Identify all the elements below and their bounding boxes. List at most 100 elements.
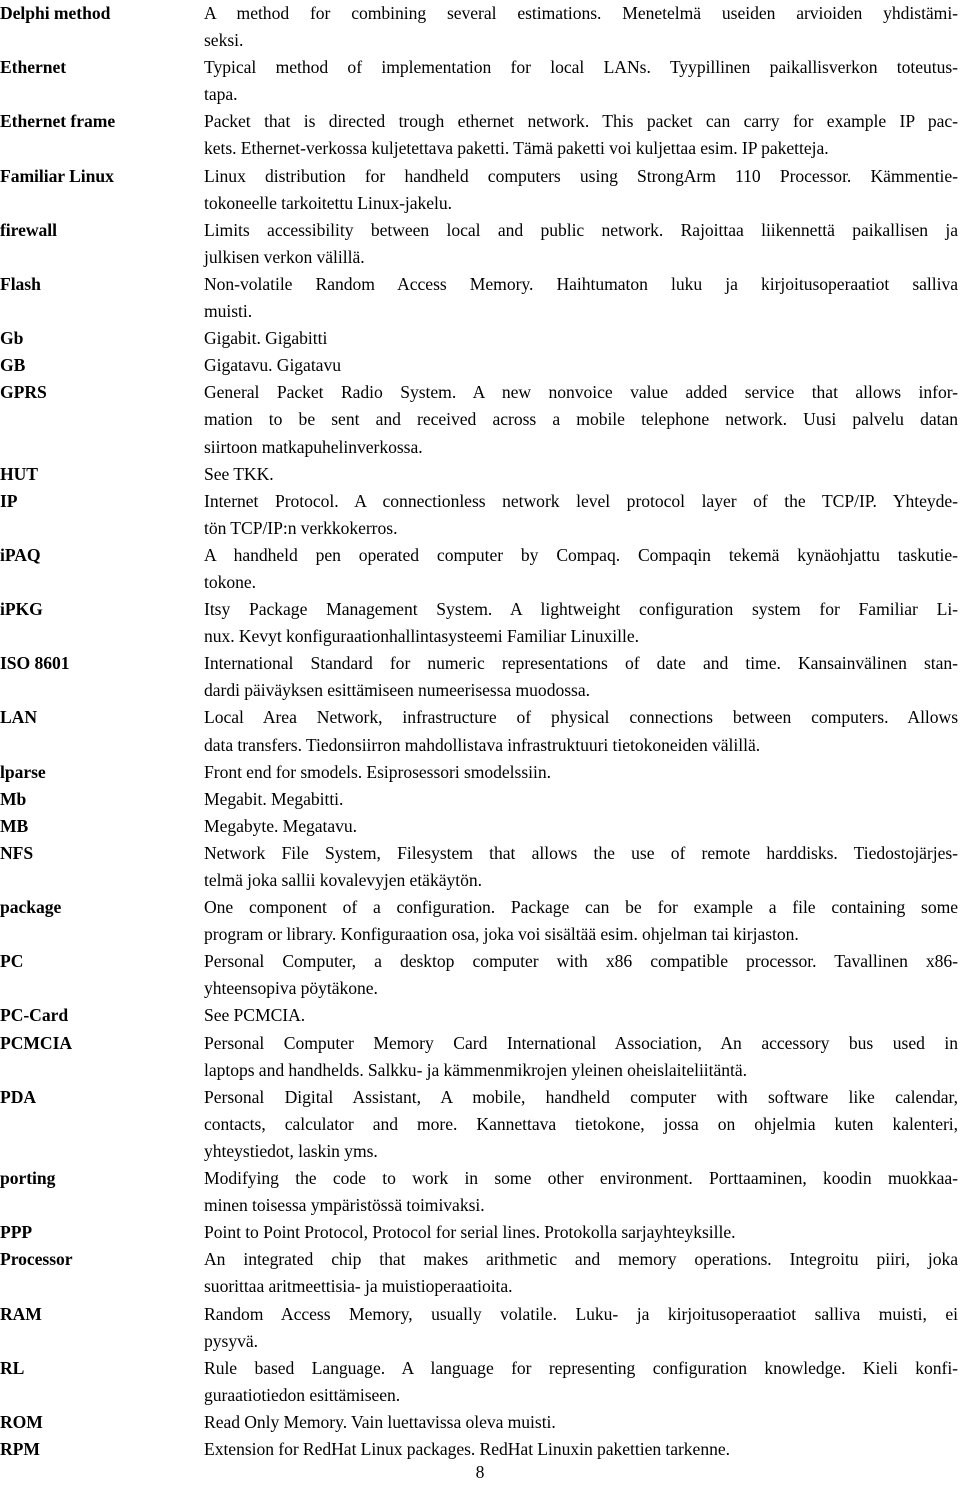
definition-line: yhteensopiva pöytäkone. <box>204 978 378 999</box>
glossary-entry: package One component of a configuration.… <box>0 894 958 948</box>
definition-line: Local Area Network, infrastructure of ph… <box>204 707 958 728</box>
definition-line: seksi. <box>204 30 244 51</box>
glossary-entry: Ethernet Typical method of implementation… <box>0 54 958 108</box>
glossary-definition: Rule based Language. A language for repr… <box>204 1355 958 1409</box>
definition-line: suorittaa aritmeettisia- ja muistioperaa… <box>204 1276 513 1297</box>
definition-line: Internet Protocol. A connectionless netw… <box>204 490 958 511</box>
definition-line: A method for combining several estimatio… <box>204 3 958 23</box>
glossary-definition: Gigabit. Gigabitti <box>204 325 958 352</box>
glossary-entry: RPM Extension for RedHat Linux packages. … <box>0 1436 958 1463</box>
glossary-term: RL <box>0 1357 25 1378</box>
definition-line: mation to be sent and received across a … <box>204 409 958 430</box>
glossary-term: GB <box>0 355 26 376</box>
glossary-term: MB <box>0 815 29 836</box>
definition-line: General Packet Radio System. A new nonvo… <box>204 382 958 403</box>
glossary-definition: Modifying the code to work in some other… <box>204 1165 958 1219</box>
glossary-entry: GB Gigatavu. Gigatavu <box>0 352 958 379</box>
glossary-definition: See PCMCIA. <box>204 1002 958 1029</box>
glossary-definition: Read Only Memory. Vain luettavissa oleva… <box>204 1409 958 1436</box>
glossary-term: ISO 8601 <box>0 653 70 674</box>
glossary-term: RAM <box>0 1303 42 1324</box>
glossary-term: NFS <box>0 842 34 863</box>
glossary-entry: PC-Card See PCMCIA. <box>0 1002 958 1029</box>
glossary-entry: ISO 8601 International Standard for numer… <box>0 650 958 704</box>
definition-line: Modifying the code to work in some other… <box>204 1168 958 1189</box>
glossary-term: LAN <box>0 707 37 728</box>
definition-line: Point to Point Protocol, Protocol for se… <box>204 1222 736 1243</box>
glossary-entry: Processor An integrated chip that makes a… <box>0 1246 958 1300</box>
definition-line: data transfers. Tiedonsiirron mahdollist… <box>204 734 761 755</box>
definition-line: Megabyte. Megatavu. <box>204 815 358 836</box>
glossary-term: Processor <box>0 1249 73 1270</box>
glossary-definition: Network File System, Filesystem that all… <box>204 840 958 894</box>
glossary-definition: A handheld pen operated computer by Comp… <box>204 542 958 596</box>
definition-line: yhteystiedot, laskin yms. <box>204 1140 378 1161</box>
definition-line: Packet that is directed trough ethernet … <box>204 111 958 132</box>
definition-line: Linux distribution for handheld computer… <box>204 165 958 186</box>
glossary-entry: PDA Personal Digital Assistant, A mobile,… <box>0 1084 958 1165</box>
glossary-entry: iPAQ A handheld pen operated computer by … <box>0 542 958 596</box>
glossary-entry: Ethernet frame Packet that is directed tr… <box>0 108 958 162</box>
glossary-definition: One component of a configuration. Packag… <box>204 894 958 948</box>
definition-line: minen toisessa ympäristössä toimivaksi. <box>204 1195 485 1216</box>
glossary-term: PDA <box>0 1086 37 1107</box>
glossary-definition: Personal Computer, a desktop computer wi… <box>204 948 958 1002</box>
glossary-definition: International Standard for numeric repre… <box>204 650 958 704</box>
definition-line: telmä joka sallii kovalevyjen etäkäytön. <box>204 870 482 890</box>
glossary-term: porting <box>0 1168 56 1189</box>
definition-line: dardi päiväyksen esittämiseen numeerises… <box>204 680 590 701</box>
definition-line: Personal Computer, a desktop computer wi… <box>204 951 958 972</box>
definition-line: tokone. <box>204 571 257 592</box>
glossary-term: RPM <box>0 1438 40 1459</box>
glossary-entry: LAN Local Area Network, infrastructure of… <box>0 704 958 758</box>
definition-line: Read Only Memory. Vain luettavissa oleva… <box>204 1411 556 1432</box>
definition-line: guraatiotiedon esittämiseen. <box>204 1384 401 1405</box>
glossary-term: PCMCIA <box>0 1032 73 1053</box>
glossary-term: lparse <box>0 761 46 782</box>
definition-line: program or library. Konfiguraation osa, … <box>204 924 799 945</box>
glossary-term: PC-Card <box>0 1005 69 1026</box>
glossary-entry: Mb Megabit. Megabitti. <box>0 786 958 813</box>
glossary-entry: lparse Front end for smodels. Esiprosesso… <box>0 759 958 786</box>
glossary-definition: Non-volatile Random Access Memory. Haiht… <box>204 271 958 325</box>
glossary-entry: NFS Network File System, Filesystem that … <box>0 840 958 894</box>
glossary-term: Gb <box>0 328 24 349</box>
glossary-term: Delphi method <box>0 3 111 23</box>
glossary-entry: IP Internet Protocol. A connectionless ne… <box>0 488 958 542</box>
definition-line: Personal Computer Memory Card Internatio… <box>204 1032 958 1053</box>
glossary-definition: Gigatavu. Gigatavu <box>204 352 958 379</box>
glossary-definition: Personal Computer Memory Card Internatio… <box>204 1030 958 1084</box>
definition-line: Gigatavu. Gigatavu <box>204 355 341 376</box>
glossary-entry: Gb Gigabit. Gigabitti <box>0 325 958 352</box>
glossary-term: package <box>0 897 62 918</box>
definition-line: pysyvä. <box>204 1330 258 1351</box>
definition-line: Extension for RedHat Linux packages. Red… <box>204 1438 730 1459</box>
definition-line: Gigabit. Gigabitti <box>204 328 328 349</box>
glossary-term: PC <box>0 951 24 972</box>
definition-line: Non-volatile Random Access Memory. Haiht… <box>204 273 958 294</box>
page-number: 8 <box>475 1462 485 1482</box>
glossary-entry: Flash Non-volatile Random Access Memory. … <box>0 271 958 325</box>
glossary-term: IP <box>0 490 18 511</box>
definition-line: kets. Ethernet-verkossa kuljetettava pak… <box>204 138 829 159</box>
glossary-entry: MB Megabyte. Megatavu. <box>0 813 958 840</box>
glossary-term: Ethernet <box>0 57 67 78</box>
glossary-entry: PPP Point to Point Protocol, Protocol for… <box>0 1219 958 1246</box>
document-page: Delphi method A method for combining seve… <box>0 0 960 1509</box>
definition-line: An integrated chip that makes arithmetic… <box>204 1249 958 1270</box>
definition-line: tapa. <box>204 84 238 105</box>
glossary-entry: PC Personal Computer, a desktop computer … <box>0 948 958 1002</box>
glossary-definition: Limits accessibility between local and p… <box>204 217 958 271</box>
definition-line: Personal Digital Assistant, A mobile, ha… <box>204 1086 958 1107</box>
definition-line: nux. Kevyt konfiguraationhallintasysteem… <box>204 626 639 647</box>
definition-line: Network File System, Filesystem that all… <box>204 842 958 863</box>
glossary-definition: General Packet Radio System. A new nonvo… <box>204 379 958 460</box>
definition-line: One component of a configuration. Packag… <box>204 897 958 918</box>
glossary-term: PPP <box>0 1222 33 1243</box>
definition-line: Itsy Package Management System. A lightw… <box>204 599 958 620</box>
glossary-definition: Personal Digital Assistant, A mobile, ha… <box>204 1084 958 1165</box>
definition-line: Megabit. Megabitti. <box>204 788 344 809</box>
glossary-definition: Typical method of implementation for loc… <box>204 54 958 108</box>
glossary-entry: porting Modifying the code to work in som… <box>0 1165 958 1219</box>
glossary-definition: Itsy Package Management System. A lightw… <box>204 596 958 650</box>
